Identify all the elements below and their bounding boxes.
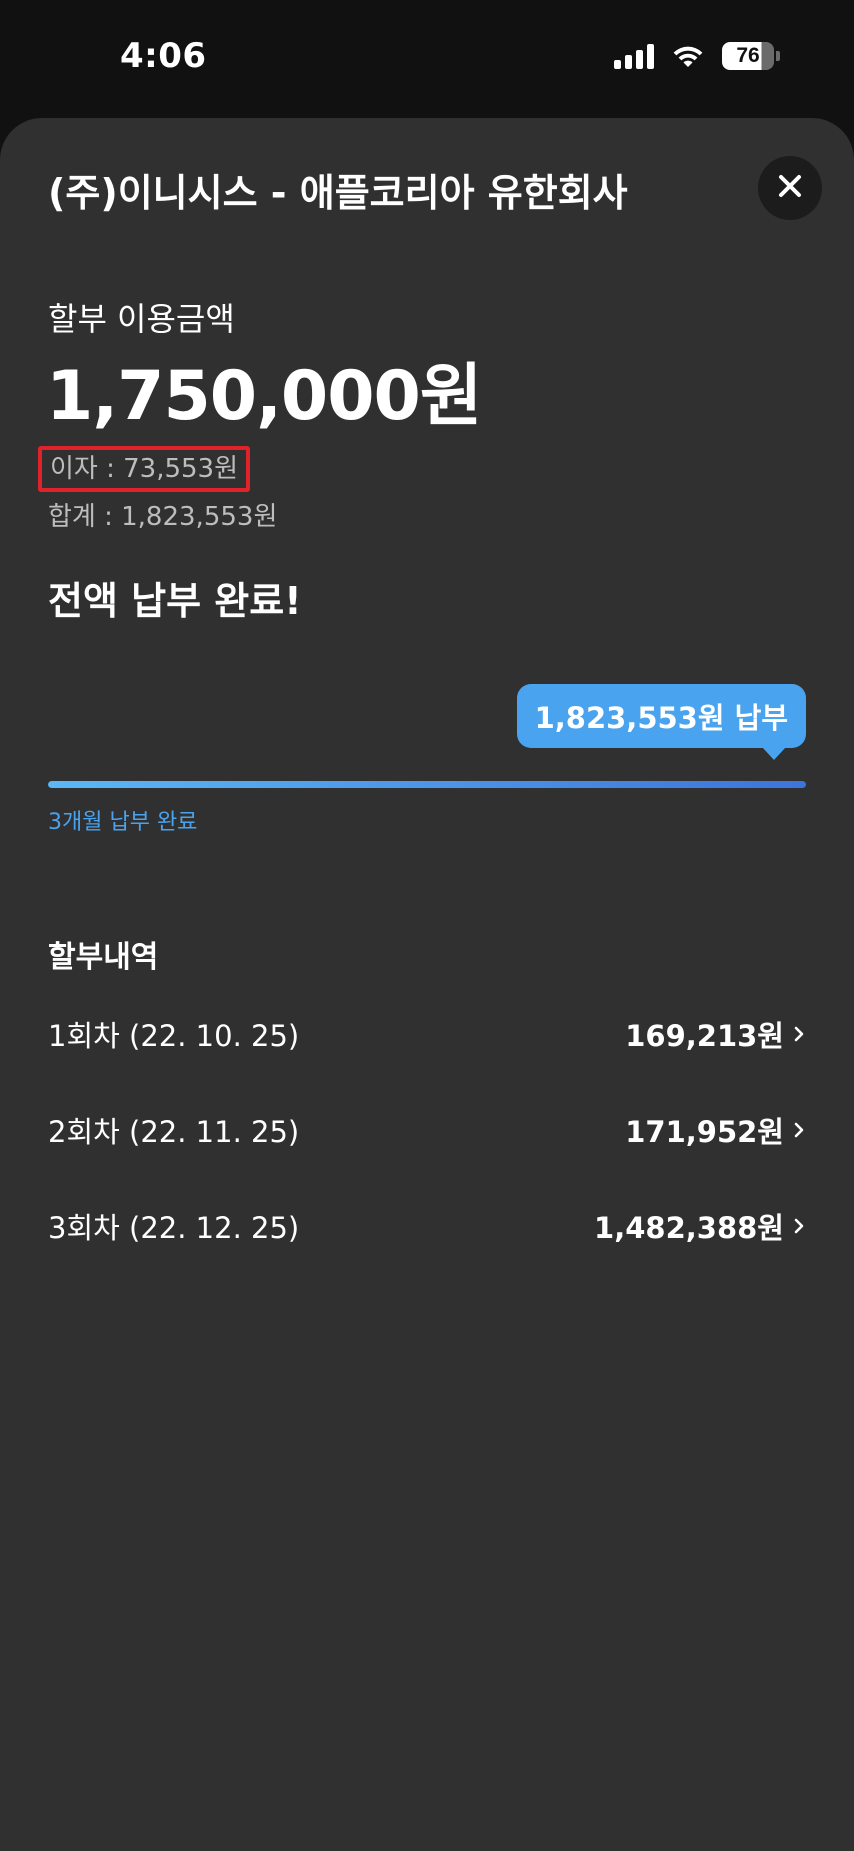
- history-row[interactable]: 1회차 (22. 10. 25) 169,213원: [48, 986, 806, 1082]
- payment-progress-fill: [48, 781, 806, 788]
- status-bar: 4:06 76: [0, 0, 854, 118]
- wifi-icon: [670, 43, 706, 69]
- status-time: 4:06: [120, 36, 207, 76]
- payment-status-title: 전액 납부 완료!: [48, 579, 302, 623]
- history-date: 3회차 (22. 12. 25): [48, 1211, 300, 1245]
- merchant-title: (주)이니시스 - 애플코리아 유한회사: [48, 171, 628, 215]
- battery-level: 76: [722, 42, 774, 70]
- close-icon: [777, 173, 803, 203]
- chevron-right-icon: [792, 1024, 806, 1044]
- history-date: 1회차 (22. 10. 25): [48, 1019, 300, 1053]
- progress-caption: 3개월 납부 완료: [48, 810, 198, 835]
- installment-amount: 1,750,000원: [46, 357, 482, 436]
- signal-icon: [614, 43, 654, 69]
- history-row[interactable]: 3회차 (22. 12. 25) 1,482,388원: [48, 1178, 806, 1274]
- paid-amount-tooltip: 1,823,553원 납부: [516, 684, 806, 760]
- battery-icon: 76: [722, 42, 780, 70]
- history-title: 할부내역: [48, 940, 159, 975]
- installment-history-list: 1회차 (22. 10. 25) 169,213원 2회차 (22. 11. 2…: [48, 986, 806, 1274]
- history-amount: 169,213원: [625, 1019, 784, 1053]
- chevron-right-icon: [792, 1216, 806, 1236]
- history-date: 2회차 (22. 11. 25): [48, 1115, 300, 1149]
- total-amount: 합계 : 1,823,553원: [48, 502, 278, 532]
- interest-amount: 이자 : 73,553원: [38, 446, 251, 492]
- status-icons: 76: [614, 42, 780, 70]
- chevron-right-icon: [792, 1120, 806, 1140]
- payment-progress-bar: [48, 781, 806, 788]
- paid-amount-label: 1,823,553원 납부: [534, 701, 788, 735]
- close-button[interactable]: [758, 156, 822, 220]
- installment-detail-sheet: (주)이니시스 - 애플코리아 유한회사 할부 이용금액 1,750,000원 …: [0, 118, 854, 1851]
- history-row[interactable]: 2회차 (22. 11. 25) 171,952원: [48, 1082, 806, 1178]
- history-amount: 171,952원: [625, 1115, 784, 1149]
- history-amount: 1,482,388원: [594, 1211, 784, 1245]
- amount-label: 할부 이용금액: [48, 300, 235, 338]
